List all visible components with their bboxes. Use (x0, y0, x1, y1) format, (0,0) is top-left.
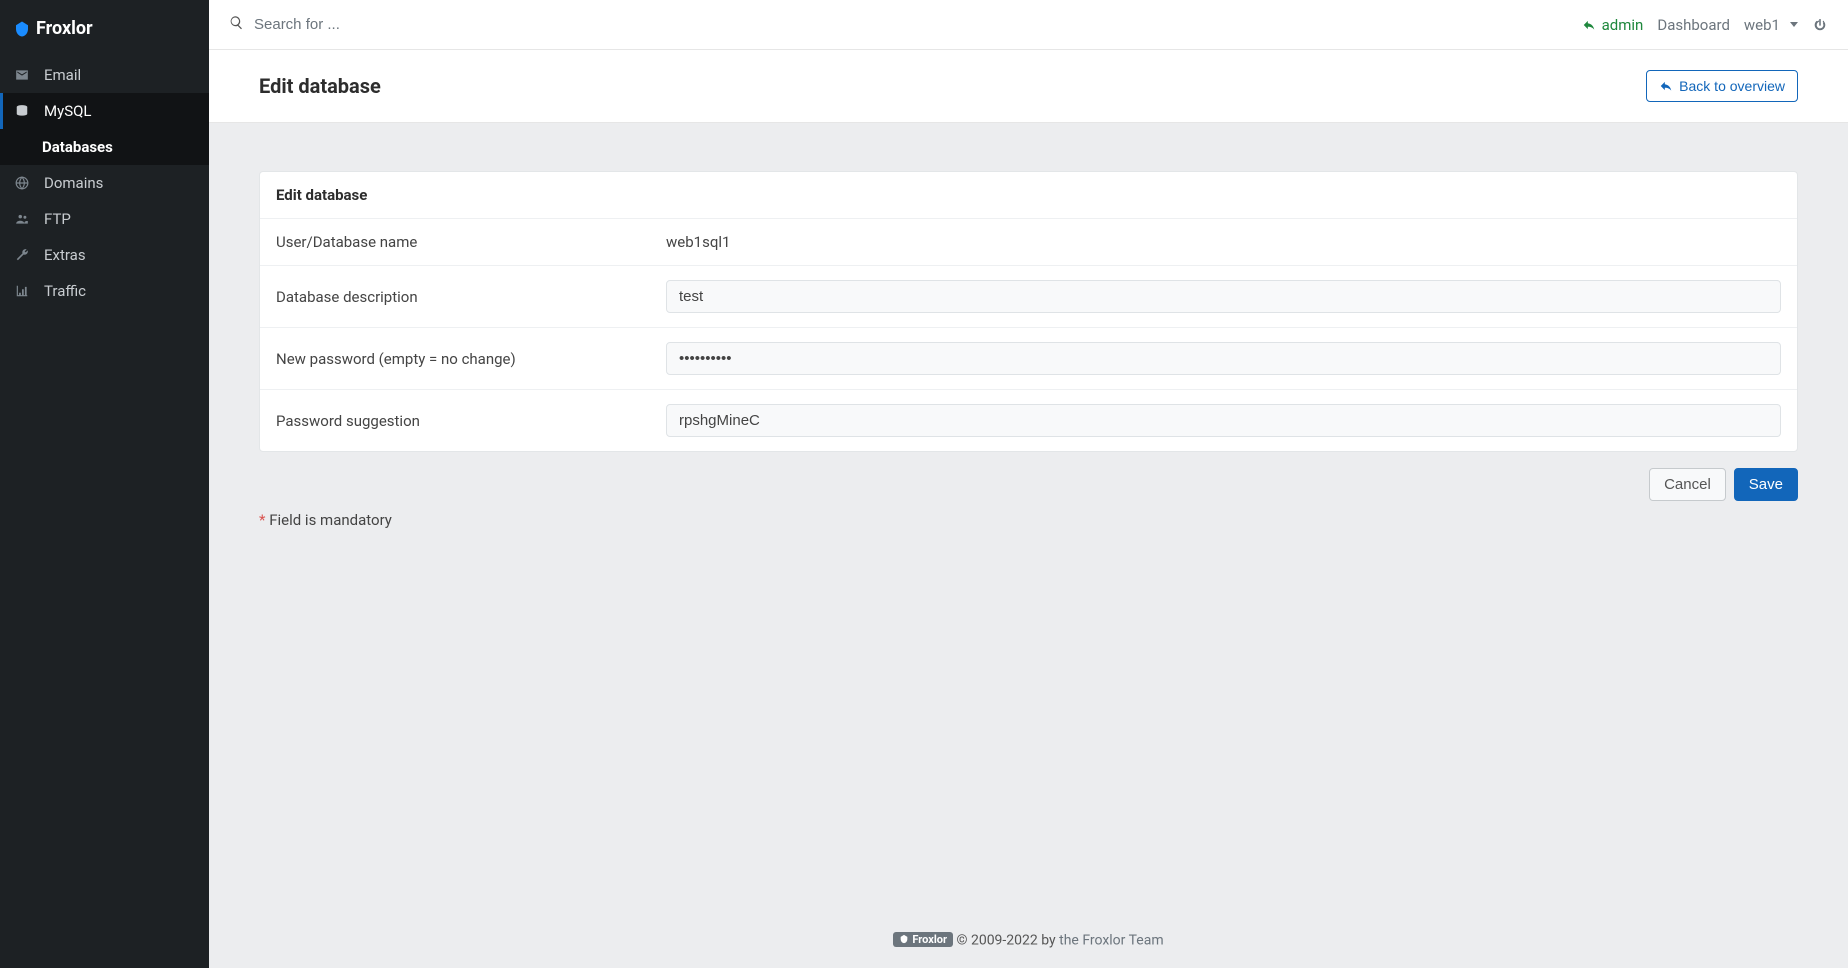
dashboard-link-label: Dashboard (1657, 16, 1730, 34)
main-area: admin Dashboard web1 Edit database Back … (209, 0, 1848, 968)
sidebar-item-label: Domains (44, 174, 103, 192)
input-password[interactable] (666, 342, 1781, 375)
page-header: Edit database Back to overview (209, 50, 1848, 123)
sidebar-item-mysql[interactable]: MySQL (0, 93, 209, 129)
sidebar-item-label: Traffic (44, 282, 86, 300)
sidebar-item-label: MySQL (44, 102, 92, 120)
topbar: admin Dashboard web1 (209, 0, 1848, 50)
sidebar-item-label: FTP (44, 210, 71, 228)
brand-logo[interactable]: Froxlor (0, 0, 209, 57)
footer-team-link[interactable]: the Froxlor Team (1059, 932, 1163, 948)
reply-icon (1659, 79, 1673, 93)
label-password: New password (empty = no change) (276, 350, 666, 368)
wrench-icon (14, 247, 30, 263)
label-db-name: User/Database name (276, 233, 666, 251)
search-group (229, 15, 1582, 34)
row-password: New password (empty = no change) (260, 327, 1797, 389)
page-title: Edit database (259, 74, 381, 98)
users-icon (14, 211, 30, 227)
mandatory-text: Field is mandatory (269, 511, 392, 529)
user-menu-label: web1 (1744, 16, 1780, 34)
value-db-name: web1sql1 (666, 233, 730, 251)
caret-down-icon (1790, 22, 1798, 27)
footer: Froxlor © 2009-2022 by the Froxlor Team (209, 918, 1848, 968)
user-menu[interactable]: web1 (1744, 16, 1798, 34)
database-icon (14, 103, 30, 119)
form-actions: Cancel Save (259, 468, 1798, 501)
back-button-label: Back to overview (1679, 78, 1785, 94)
back-to-overview-button[interactable]: Back to overview (1646, 70, 1798, 102)
label-password-suggestion: Password suggestion (276, 412, 666, 430)
sidebar-nav: Email MySQL Databases Domains (0, 57, 209, 309)
froxlor-badge-icon (899, 934, 909, 944)
sidebar-subitem-label: Databases (42, 138, 113, 156)
search-input[interactable] (254, 16, 554, 33)
mandatory-note: * Field is mandatory (259, 511, 1798, 529)
sidebar-item-domains[interactable]: Domains (0, 165, 209, 201)
row-password-suggestion: Password suggestion (260, 389, 1797, 451)
row-db-name: User/Database name web1sql1 (260, 218, 1797, 265)
row-description: Database description (260, 265, 1797, 327)
reply-icon (1582, 18, 1596, 32)
sidebar-item-label: Extras (44, 246, 86, 264)
brand-name: Froxlor (36, 18, 93, 39)
logout-button[interactable] (1812, 17, 1828, 33)
mandatory-star: * (259, 511, 265, 529)
admin-link-label: admin (1602, 16, 1644, 34)
footer-badge: Froxlor (893, 932, 953, 947)
sidebar-subitem-databases[interactable]: Databases (0, 129, 209, 165)
sidebar-item-ftp[interactable]: FTP (0, 201, 209, 237)
sidebar-item-traffic[interactable]: Traffic (0, 273, 209, 309)
sidebar: Froxlor Email MySQL Databases (0, 0, 209, 968)
chart-icon (14, 283, 30, 299)
admin-link[interactable]: admin (1582, 16, 1644, 34)
save-button[interactable]: Save (1734, 468, 1798, 501)
footer-badge-text: Froxlor (912, 933, 947, 946)
search-icon (229, 15, 244, 34)
content: Edit database User/Database name web1sql… (209, 123, 1848, 918)
input-password-suggestion[interactable] (666, 404, 1781, 437)
edit-database-card: Edit database User/Database name web1sql… (259, 171, 1798, 452)
dashboard-link[interactable]: Dashboard (1657, 16, 1730, 34)
sidebar-item-extras[interactable]: Extras (0, 237, 209, 273)
label-description: Database description (276, 288, 666, 306)
globe-icon (14, 175, 30, 191)
sidebar-item-label: Email (44, 66, 81, 84)
envelope-icon (14, 67, 30, 83)
card-header: Edit database (260, 172, 1797, 218)
froxlor-logo-icon (14, 21, 30, 37)
footer-copyright: © 2009-2022 by (956, 932, 1059, 948)
topbar-right: admin Dashboard web1 (1582, 16, 1828, 34)
power-icon (1812, 17, 1828, 33)
input-description[interactable] (666, 280, 1781, 313)
sidebar-item-email[interactable]: Email (0, 57, 209, 93)
cancel-button[interactable]: Cancel (1649, 468, 1726, 501)
